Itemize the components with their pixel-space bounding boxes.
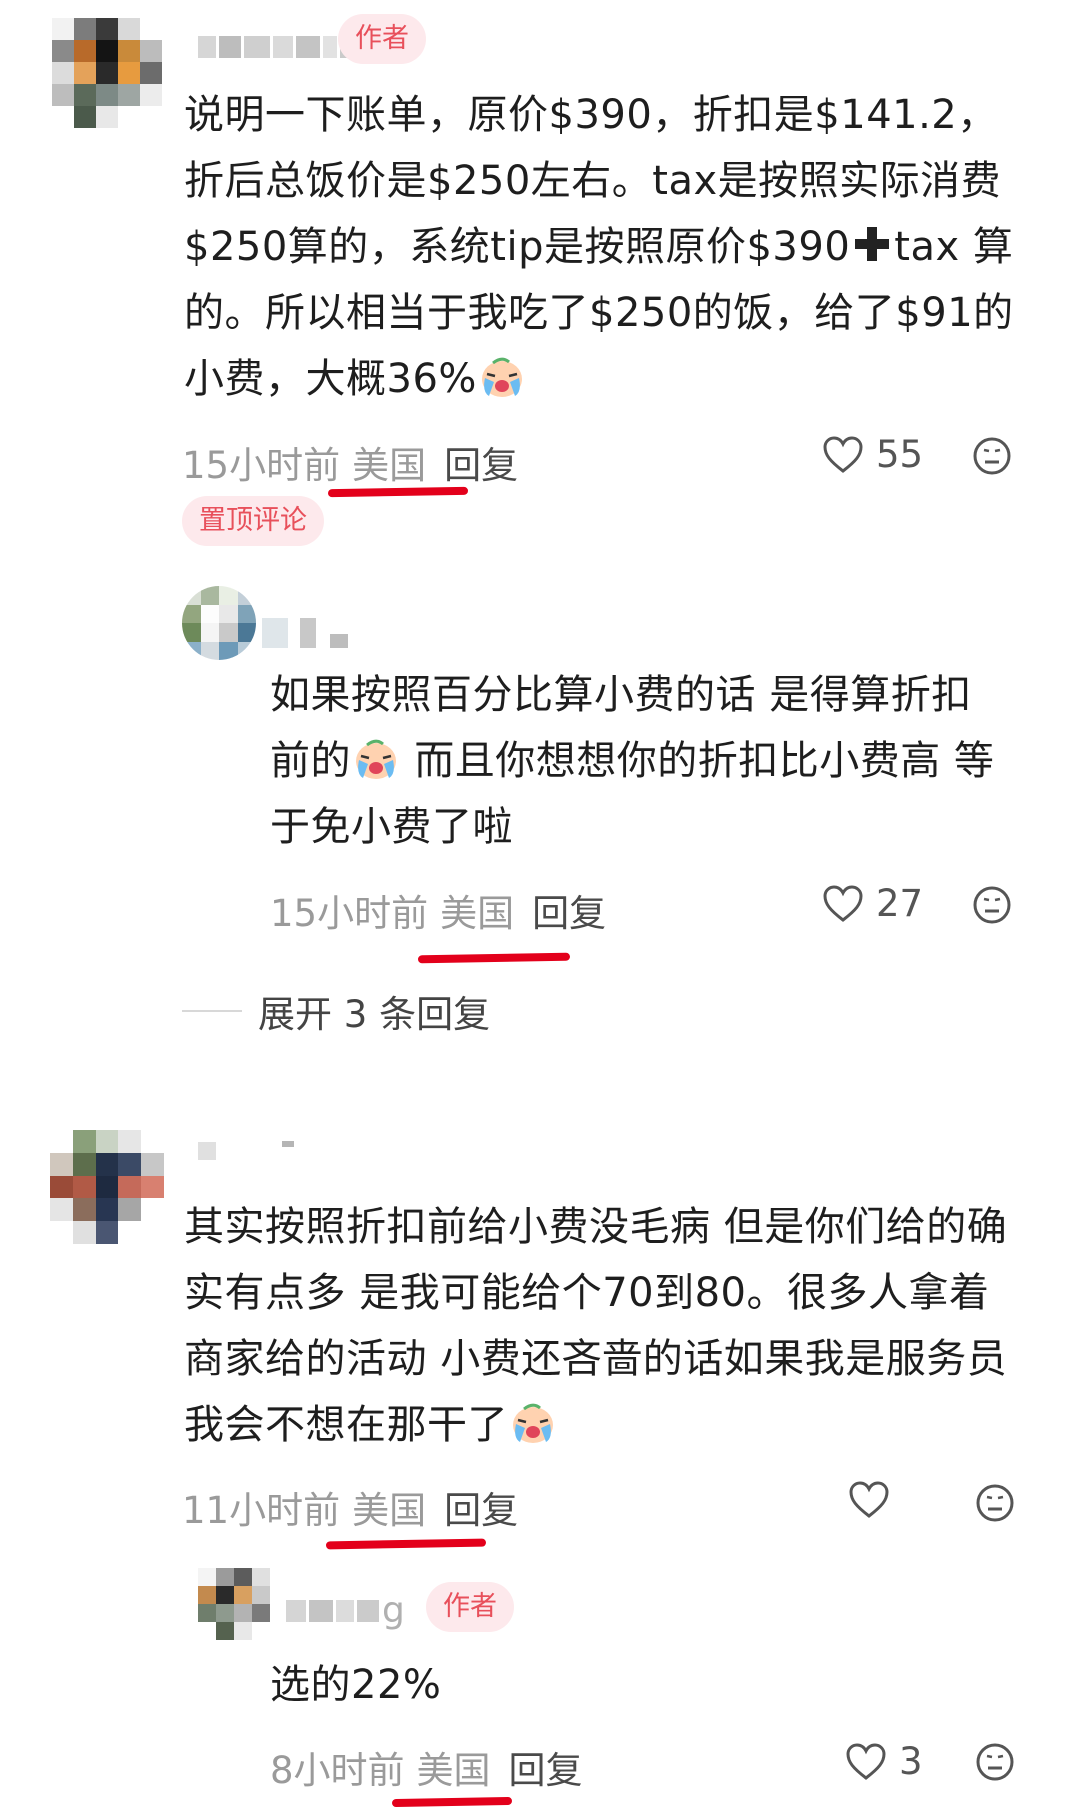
like-button[interactable]: 55 — [822, 433, 923, 476]
heart-outline-icon — [823, 435, 863, 473]
location: 美国 — [440, 892, 515, 935]
avatar[interactable] — [182, 586, 256, 660]
author-tag: 作者 — [338, 14, 426, 64]
red-underline-annotation — [325, 1538, 487, 1550]
like-count: 3 — [899, 1740, 923, 1783]
neutral-face-icon[interactable] — [972, 436, 1012, 476]
comment-meta: 8小时前 美国 回复 — [270, 1740, 583, 1794]
username-fragment: g — [382, 1590, 405, 1631]
location: 美国 — [352, 444, 427, 487]
avatar[interactable] — [198, 1568, 270, 1640]
neutral-face-icon[interactable] — [972, 885, 1012, 925]
location: 美国 — [416, 1749, 491, 1792]
heart-outline-icon — [846, 1742, 886, 1780]
crying-face-emoji — [356, 739, 396, 779]
red-underline-annotation — [391, 1796, 513, 1808]
heart-outline-icon — [823, 884, 863, 922]
username-blurred[interactable] — [262, 618, 348, 648]
timestamp: 8小时前 — [270, 1749, 405, 1792]
reply-button[interactable]: 回复 — [444, 1489, 518, 1532]
timestamp: 11小时前 — [182, 1489, 341, 1532]
reply-text: 选的22% — [270, 1662, 442, 1708]
like-button[interactable]: 27 — [822, 882, 923, 925]
timestamp: 15小时前 — [182, 444, 341, 487]
reply-button[interactable]: 回复 — [509, 1749, 583, 1792]
avatar[interactable] — [50, 1130, 164, 1244]
location: 美国 — [352, 1489, 427, 1532]
comment-text: 说明一下账单，原价$390，折扣是$141.2， 折后总饭价是$250左右。ta… — [184, 92, 1014, 402]
username-blurred[interactable] — [198, 36, 358, 58]
red-underline-annotation — [417, 952, 571, 964]
comment-meta: 11小时前 美国 回复 — [182, 1480, 518, 1534]
divider — [182, 1010, 242, 1012]
expand-replies-button[interactable]: 展开 3 条回复 — [182, 984, 490, 1038]
author-tag: 作者 — [426, 1582, 514, 1632]
reply-button[interactable]: 回复 — [444, 444, 518, 487]
reply-text: 如果按照百分比算小费的话 是得算折扣 前的 而且你想想你的折扣比小费高 等 于免… — [270, 672, 995, 850]
neutral-face-icon[interactable] — [975, 1742, 1015, 1782]
timestamp: 15小时前 — [270, 892, 429, 935]
like-button[interactable] — [848, 1480, 902, 1520]
like-count: 55 — [876, 433, 924, 476]
comment-meta: 15小时前 美国 回复 — [270, 883, 606, 937]
heart-outline-icon — [849, 1481, 889, 1518]
crying-face-emoji — [513, 1403, 553, 1443]
comment-text: 其实按照折扣前给小费没毛病 但是你们给的确 实有点多 是我可能给个70到80。很… — [184, 1204, 1008, 1448]
username-blurred[interactable]: g — [286, 1590, 405, 1631]
red-underline-annotation — [327, 486, 469, 498]
avatar[interactable] — [52, 18, 162, 128]
like-count: 27 — [876, 882, 924, 925]
like-button[interactable]: 3 — [845, 1740, 923, 1783]
neutral-face-icon[interactable] — [975, 1483, 1015, 1523]
crying-face-emoji — [481, 357, 522, 397]
reply-button[interactable]: 回复 — [532, 892, 606, 935]
pinned-comment-tag: 置顶评论 — [182, 496, 324, 546]
comment-meta: 15小时前 美国 回复 — [182, 435, 518, 489]
username-blurred[interactable] — [198, 1140, 294, 1162]
heavy-plus-emoji — [855, 227, 890, 261]
